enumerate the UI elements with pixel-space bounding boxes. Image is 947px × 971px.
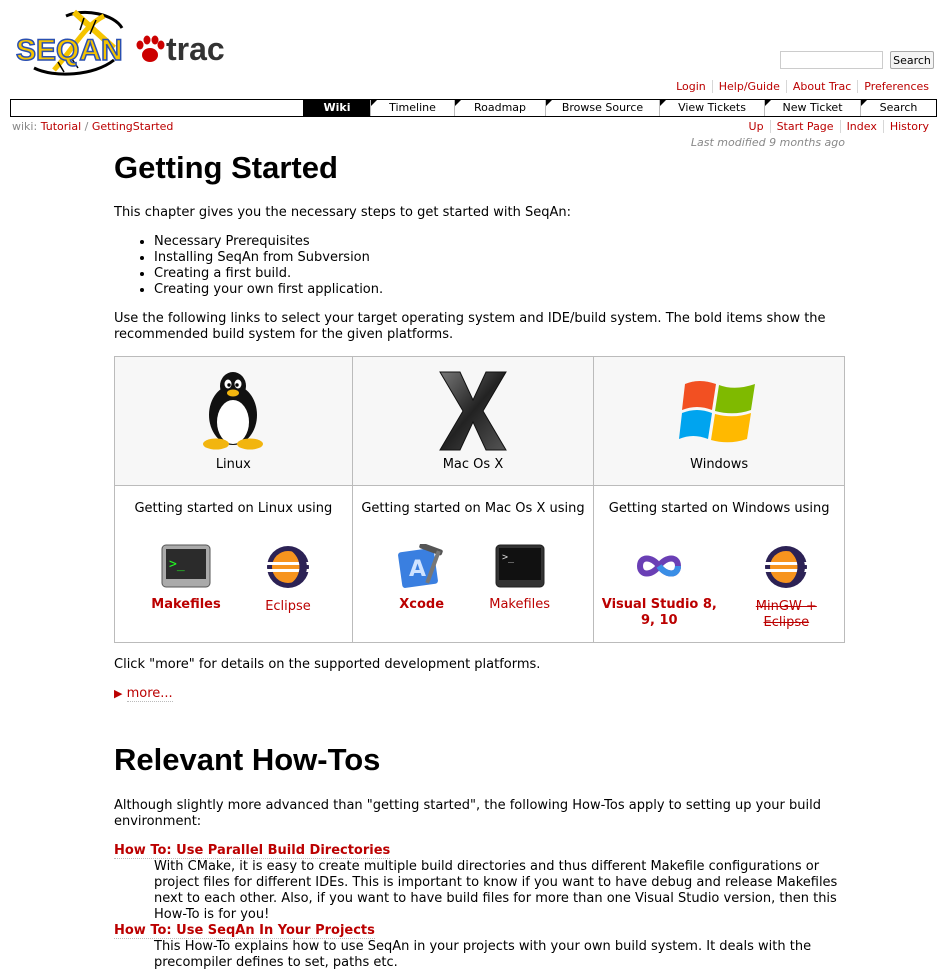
more-link[interactable]: more...	[126, 686, 173, 702]
tab-wiki[interactable]: Wiki	[303, 100, 370, 116]
steps-list: Necessary Prerequisites Installing SeqAn…	[114, 234, 854, 298]
help-guide-link[interactable]: Help/Guide	[719, 80, 780, 93]
tab-search[interactable]: Search	[860, 100, 936, 116]
makefiles-linux-link[interactable]: Makefiles	[141, 597, 231, 613]
context-nav: Up Start Page Index History	[743, 120, 935, 133]
howto-parallel-build-link[interactable]: How To: Use Parallel Build Directories	[114, 843, 391, 859]
list-item: Creating your own first application.	[154, 282, 854, 298]
platforms-table: Linux Mac Os X Windows Getting started o…	[114, 356, 845, 643]
preferences-link[interactable]: Preferences	[864, 80, 929, 93]
start-page-link[interactable]: Start Page	[777, 120, 834, 133]
tool-linux-makefiles[interactable]: >_ Makefiles	[141, 544, 231, 613]
tool-mac-xcode[interactable]: A Xcode	[377, 542, 467, 613]
breadcrumb-current-link[interactable]: GettingStarted	[92, 120, 174, 133]
os-cell-mac: Mac Os X	[351, 356, 595, 486]
tab-new-ticket[interactable]: New Ticket	[764, 100, 860, 116]
tools-cell-linux: Getting started on Linux using >_ Makefi…	[114, 485, 353, 643]
terminal-icon: >_	[161, 544, 211, 588]
howtos-title: Relevant How-Tos	[114, 742, 381, 777]
eclipse-linux-link[interactable]: Eclipse	[243, 599, 333, 615]
page-title: Getting Started	[114, 150, 338, 185]
svg-text:A: A	[409, 557, 426, 582]
platform-intro-text: Use the following links to select your t…	[114, 311, 826, 342]
terminal-icon: >_	[495, 544, 545, 588]
logo-graphic: SEQAN trac	[15, 9, 225, 76]
list-item: Necessary Prerequisites	[154, 234, 854, 250]
breadcrumb-prefix: wiki:	[12, 120, 38, 133]
expand-triangle-icon: ▶	[114, 687, 123, 700]
tools-cell-windows: Getting started on Windows using Visual …	[593, 485, 845, 643]
about-trac-link[interactable]: About Trac	[793, 80, 851, 93]
tools-cell-mac: Getting started on Mac Os X using A Xcod…	[351, 485, 595, 643]
howto-description: With CMake, it is easy to create multipl…	[154, 859, 838, 922]
howto-term: How To: Use Parallel Build Directories	[114, 843, 845, 859]
intro-text: This chapter gives you the necessary ste…	[114, 205, 571, 220]
howtos-intro-text: Although slightly more advanced than "ge…	[114, 798, 821, 829]
list-item: Installing SeqAn from Subversion	[154, 250, 854, 266]
platform-heading-linux: Getting started on Linux using	[134, 501, 333, 516]
os-label-mac: Mac Os X	[442, 457, 504, 472]
tab-timeline[interactable]: Timeline	[370, 100, 454, 116]
visual-studio-icon	[637, 555, 682, 577]
index-link[interactable]: Index	[847, 120, 877, 133]
more-note-text: Click "more" for details on the supporte…	[114, 657, 541, 672]
mingw-eclipse-link[interactable]: MinGW + Eclipse	[740, 599, 832, 631]
main-nav: Wiki Timeline Roadmap Browse Source View…	[10, 99, 937, 117]
logo-trac-text: trac	[166, 31, 225, 67]
breadcrumb: wiki: Tutorial / GettingStarted	[12, 120, 173, 133]
tool-windows-visual-studio[interactable]: Visual Studio 8, 9, 10	[598, 544, 720, 629]
os-cell-linux: Linux	[114, 356, 353, 486]
login-link[interactable]: Login	[676, 80, 706, 93]
tool-windows-mingw-eclipse[interactable]: MinGW + Eclipse	[740, 544, 832, 631]
os-label-windows: Windows	[690, 457, 749, 472]
search-button[interactable]: Search	[890, 51, 934, 69]
howto-term: How To: Use SeqAn In Your Projects	[114, 923, 845, 939]
makefiles-mac-link[interactable]: Makefiles	[475, 597, 565, 613]
tool-linux-eclipse[interactable]: Eclipse	[243, 544, 333, 615]
tux-icon	[203, 372, 264, 450]
logo-seqan-text: SEQAN	[16, 34, 123, 67]
visual-studio-link[interactable]: Visual Studio 8, 9, 10	[598, 597, 720, 629]
xcode-link[interactable]: Xcode	[377, 597, 467, 613]
svg-text:>_: >_	[502, 552, 515, 563]
history-link[interactable]: History	[890, 120, 929, 133]
list-item: Creating a first build.	[154, 266, 854, 282]
seqan-trac-logo[interactable]: SEQAN trac	[14, 8, 230, 82]
platform-heading-windows: Getting started on Windows using	[608, 501, 830, 516]
svg-text:>_: >_	[169, 557, 185, 572]
howto-seqan-projects-link[interactable]: How To: Use SeqAn In Your Projects	[114, 923, 375, 939]
breadcrumb-separator: /	[84, 120, 89, 133]
breadcrumb-tutorial-link[interactable]: Tutorial	[41, 120, 81, 133]
xcode-icon: A	[397, 542, 443, 588]
platform-heading-mac: Getting started on Mac Os X using	[361, 501, 585, 516]
windows-icon	[679, 381, 756, 443]
up-link[interactable]: Up	[749, 120, 764, 133]
paw-icon	[136, 35, 165, 62]
howto-description: This How-To explains how to use SeqAn in…	[154, 939, 812, 970]
tab-browse-source[interactable]: Browse Source	[545, 100, 659, 116]
wiki-content: Getting Started This chapter gives you t…	[114, 148, 854, 971]
more-toggle[interactable]: ▶ more...	[114, 686, 854, 702]
eclipse-icon	[765, 546, 808, 588]
os-label-linux: Linux	[215, 457, 251, 472]
howtos-list: How To: Use Parallel Build Directories W…	[114, 843, 845, 971]
search-input[interactable]	[780, 51, 883, 69]
mac-os-x-icon	[439, 371, 507, 451]
tool-mac-makefiles[interactable]: >_ Makefiles	[475, 544, 565, 613]
tab-view-tickets[interactable]: View Tickets	[659, 100, 764, 116]
os-cell-windows: Windows	[593, 356, 845, 486]
meta-nav: Login Help/Guide About Trac Preferences	[670, 80, 935, 93]
tab-roadmap[interactable]: Roadmap	[454, 100, 545, 116]
eclipse-icon	[267, 546, 309, 588]
